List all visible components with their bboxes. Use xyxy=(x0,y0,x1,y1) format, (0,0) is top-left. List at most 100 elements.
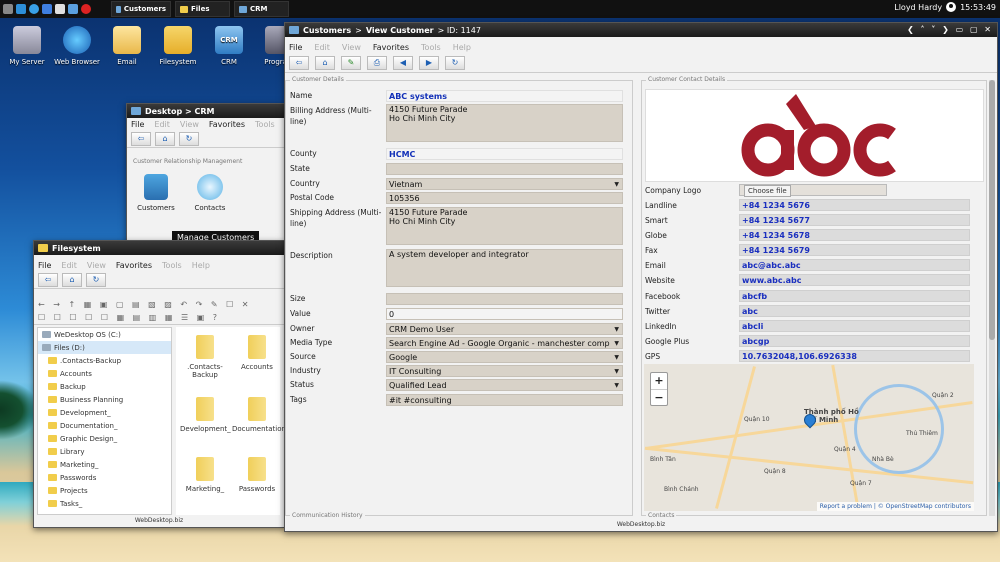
file-item[interactable]: Accounts xyxy=(232,335,282,371)
menu-edit[interactable]: Edit xyxy=(314,43,330,52)
description-field[interactable]: A system developer and integrator xyxy=(386,249,623,287)
postal-field[interactable]: 105356 xyxy=(386,192,623,204)
file-item[interactable]: Documentation_ xyxy=(232,397,289,433)
gps-field[interactable]: 10.7632048,106.6926338 xyxy=(739,350,970,362)
menu-tools[interactable]: Tools xyxy=(255,120,275,129)
menu-help[interactable]: Help xyxy=(192,261,210,270)
source-select[interactable]: Google xyxy=(386,351,623,363)
print-button[interactable]: ⎙ xyxy=(367,55,387,70)
tree-item[interactable]: Graphic Design_ xyxy=(38,432,171,445)
refresh-button[interactable]: ↻ xyxy=(179,131,199,146)
refresh-button[interactable]: ↻ xyxy=(445,55,465,70)
crm-window-title[interactable]: Desktop > CRM xyxy=(127,104,285,118)
status-select[interactable]: Qualified Lead xyxy=(386,379,623,391)
files-icon[interactable] xyxy=(55,4,65,14)
tree-item[interactable]: Business Planning xyxy=(38,393,171,406)
back-button[interactable]: ⇦ xyxy=(131,131,151,146)
file-item[interactable]: .Contacts-Backup xyxy=(180,335,230,379)
mail-icon[interactable] xyxy=(42,4,52,14)
tree-drive-c[interactable]: WeDesktop OS (C:) xyxy=(38,328,171,341)
menu-favorites[interactable]: Favorites xyxy=(116,261,152,270)
desktop-icon-my-server[interactable]: My Server xyxy=(2,26,52,66)
back-button[interactable]: ⇦ xyxy=(289,55,309,70)
refresh-button[interactable]: ↻ xyxy=(86,272,106,287)
location-map[interactable]: Quận 10 Thành phố Hồ Chí Minh Bình Tân Q… xyxy=(644,364,974,511)
user-icon[interactable] xyxy=(946,2,957,12)
window-controls[interactable]: ❮ ˄ ˅ ❯ ▭ ▢ ✕ xyxy=(907,25,993,34)
map-attribution[interactable]: Report a problem | © OpenStreetMap contr… xyxy=(816,502,974,511)
landline-field[interactable]: +84 1234 5676 xyxy=(739,199,970,211)
menu-edit[interactable]: Edit xyxy=(154,120,170,129)
crm-contacts-icon[interactable]: Contacts xyxy=(189,174,231,212)
menu-view[interactable]: View xyxy=(87,261,106,270)
county-field[interactable]: HCMC xyxy=(386,148,623,160)
scrollbar-thumb[interactable] xyxy=(989,80,995,340)
crm-customers-icon[interactable]: Customers xyxy=(135,174,177,212)
task-crm[interactable]: CRM xyxy=(234,1,289,17)
menu-view[interactable]: View xyxy=(342,43,361,52)
tree-item[interactable]: .Contacts-Backup xyxy=(38,354,171,367)
fax-field[interactable]: +84 1234 5679 xyxy=(739,244,970,256)
file-item[interactable]: Marketing_ xyxy=(180,457,230,493)
crm-icon[interactable] xyxy=(68,4,78,14)
menu-tools[interactable]: Tools xyxy=(421,43,441,52)
facebook-field[interactable]: abcfb xyxy=(739,290,970,302)
menu-view[interactable]: View xyxy=(180,120,199,129)
twitter-field[interactable]: abc xyxy=(739,305,970,317)
zoom-out-button[interactable]: − xyxy=(651,389,667,405)
tree-item[interactable]: Tasks_ xyxy=(38,497,171,510)
menu-favorites[interactable]: Favorites xyxy=(373,43,409,52)
customer-window-title[interactable]: Customers > View Customer > ID: 1147 ❮ ˄ ˅ … xyxy=(285,23,997,37)
shipping-field[interactable]: 4150 Future Parade Ho Chi Minh City xyxy=(386,207,623,245)
desktop-icon-web-browser[interactable]: Web Browser xyxy=(52,26,102,66)
tree-item[interactable]: Backup xyxy=(38,380,171,393)
filesystem-window-title[interactable]: Filesystem xyxy=(34,241,284,255)
tree-item[interactable]: Marketing_ xyxy=(38,458,171,471)
file-item[interactable]: Passwords xyxy=(232,457,282,493)
googleplus-field[interactable]: abcgp xyxy=(739,335,970,347)
file-item[interactable]: Development_ xyxy=(180,397,231,433)
smart-field[interactable]: +84 1234 5677 xyxy=(739,214,970,226)
email-field[interactable]: abc@abc.abc xyxy=(739,259,970,271)
country-select[interactable]: Vietnam xyxy=(386,178,623,190)
menu-file[interactable]: File xyxy=(289,43,302,52)
menu-file[interactable]: File xyxy=(38,261,51,270)
browser-icon[interactable] xyxy=(29,4,39,14)
billing-field[interactable]: 4150 Future Parade Ho Chi Minh City xyxy=(386,104,623,142)
state-field[interactable] xyxy=(386,163,623,175)
files-action-toolbar[interactable]: ← → ↑ ▦ ▣ ▢ ▤ ▧ ▨ ↶ ↷ ✎ ☐ ✕ ☐ ☐ ☐ ☐ ☐ ▦ ▤… xyxy=(34,295,284,325)
power-icon[interactable] xyxy=(81,4,91,14)
linkedin-field[interactable]: abcli xyxy=(739,320,970,332)
tree-item[interactable]: Library xyxy=(38,445,171,458)
website-field[interactable]: www.abc.abc xyxy=(739,274,970,286)
tree-item[interactable]: Projects xyxy=(38,484,171,497)
task-files[interactable]: Files xyxy=(175,1,230,17)
zoom-in-button[interactable]: + xyxy=(651,373,667,389)
desktop-icon-crm[interactable]: CRM CRM xyxy=(204,26,254,66)
home-button[interactable]: ⌂ xyxy=(155,131,175,146)
task-customers[interactable]: Customers xyxy=(111,1,171,17)
desktop-icon-filesystem[interactable]: Filesystem xyxy=(153,26,203,66)
desktop-icon[interactable] xyxy=(16,4,26,14)
menu-favorites[interactable]: Favorites xyxy=(209,120,245,129)
tree-drive-d[interactable]: Files (D:) xyxy=(38,341,171,354)
industry-select[interactable]: IT Consulting xyxy=(386,365,623,377)
tree-item[interactable]: Passwords xyxy=(38,471,171,484)
back-button[interactable]: ⇦ xyxy=(38,272,58,287)
desktop-icon-email[interactable]: Email xyxy=(102,26,152,66)
tree-item[interactable]: Documentation_ xyxy=(38,419,171,432)
next-button[interactable]: ▶ xyxy=(419,55,439,70)
name-field[interactable]: ABC systems xyxy=(386,90,623,102)
globe-field[interactable]: +84 1234 5678 xyxy=(739,229,970,241)
previous-button[interactable]: ◀ xyxy=(393,55,413,70)
menu-edit[interactable]: Edit xyxy=(61,261,77,270)
home-button[interactable]: ⌂ xyxy=(315,55,335,70)
scrollbar[interactable] xyxy=(989,80,995,516)
tags-field[interactable]: #it #consulting xyxy=(386,394,623,406)
menu-help[interactable]: Help xyxy=(453,43,471,52)
edit-button[interactable]: ✎ xyxy=(341,55,361,70)
value-field[interactable]: 0 xyxy=(386,308,623,320)
tree-item[interactable]: Development_ xyxy=(38,406,171,419)
choose-file-button[interactable]: Choose file xyxy=(739,184,887,197)
home-button[interactable]: ⌂ xyxy=(62,272,82,287)
